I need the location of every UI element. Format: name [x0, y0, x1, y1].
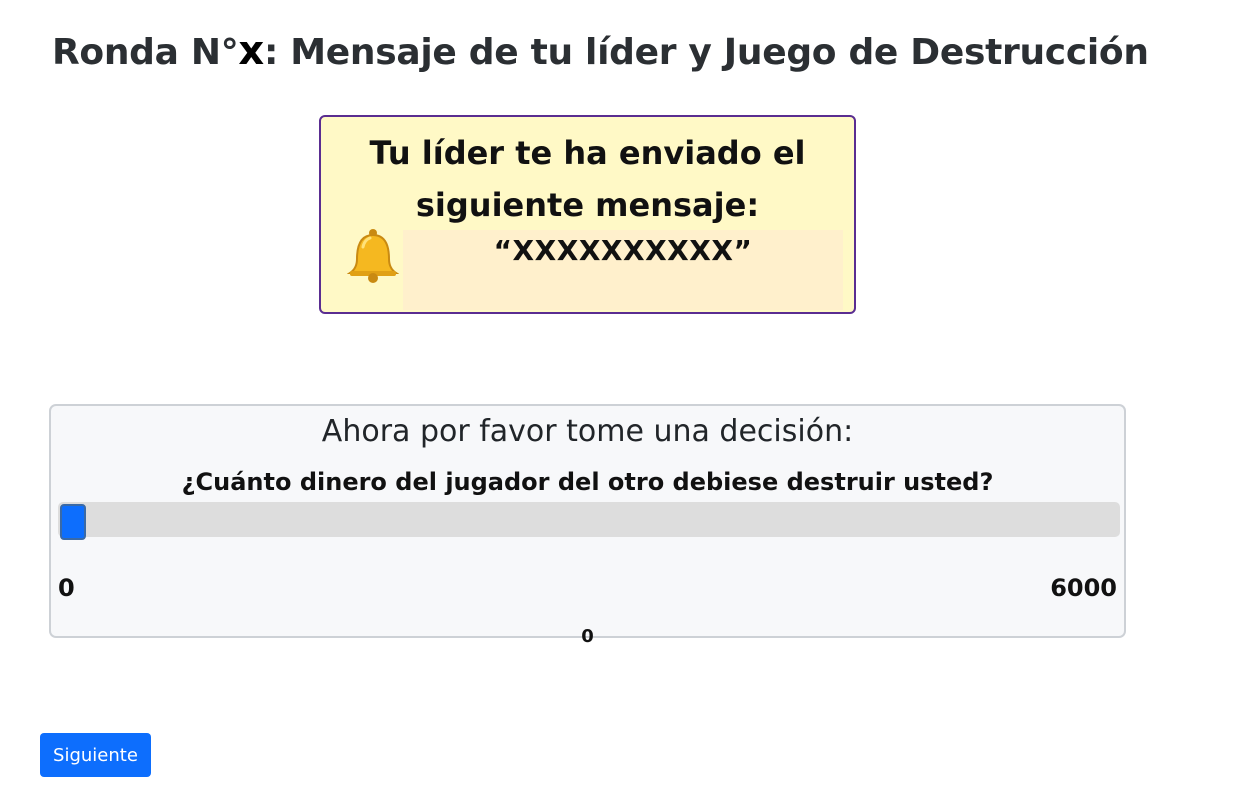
page-title-prefix: Ronda N°: [52, 32, 239, 73]
bell-icon: [346, 227, 400, 283]
slider-min-label: 0: [58, 574, 75, 602]
next-button[interactable]: Siguiente: [40, 733, 151, 777]
leader-message-card: Tu líder te ha enviado el siguiente mens…: [319, 115, 856, 314]
leader-message-text: “XXXXXXXXXX”: [493, 234, 753, 267]
round-number: x: [238, 28, 264, 74]
decision-question: ¿Cuánto dinero del jugador del otro debi…: [181, 468, 994, 496]
page-title: Ronda N°x: Mensaje de tu líder y Juego d…: [52, 28, 1149, 74]
leader-message-heading: Tu líder te ha enviado el siguiente mens…: [369, 134, 806, 224]
decision-card: Ahora por favor tome una decisión: ¿Cuán…: [49, 404, 1126, 647]
destroy-amount-slider[interactable]: [58, 502, 1120, 540]
page: Ronda N°x: Mensaje de tu líder y Juego d…: [0, 0, 1233, 792]
leader-message-body: “XXXXXXXXXX”: [403, 230, 843, 310]
slider-thumb[interactable]: [60, 504, 86, 540]
slider-value-display: 0: [581, 626, 594, 647]
decision-prompt: Ahora por favor tome una decisión:: [321, 414, 854, 449]
page-title-suffix: : Mensaje de tu líder y Juego de Destruc…: [263, 32, 1149, 73]
slider-max-label: 6000: [1050, 574, 1117, 602]
